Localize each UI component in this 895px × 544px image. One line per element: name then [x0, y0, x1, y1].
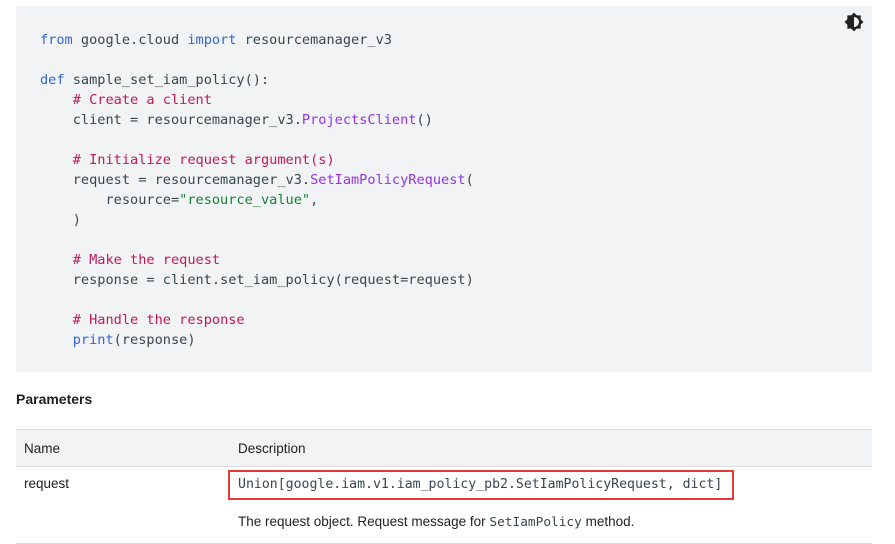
code-token: response = client.set_iam_policy(request…	[40, 272, 474, 288]
code-line: from google.cloud import resourcemanager…	[40, 30, 474, 50]
header-description: Description	[230, 429, 872, 467]
code-line: # Initialize request argument(s)	[40, 150, 474, 170]
code-listing: from google.cloud import resourcemanager…	[40, 30, 474, 350]
code-token: def	[40, 72, 65, 88]
code-line: response = client.set_iam_policy(request…	[40, 270, 474, 290]
param-description: The request object. Request message for …	[230, 503, 872, 543]
param-name: request	[16, 466, 230, 544]
code-token: # Create a client	[72, 92, 212, 108]
code-token: request = resourcemanager_v3.	[40, 172, 311, 188]
code-line: )	[40, 210, 474, 230]
code-sample-block: from google.cloud import resourcemanager…	[16, 6, 872, 372]
code-line: print(response)	[40, 330, 474, 350]
code-token: google.cloud	[72, 32, 188, 48]
code-line: resource="resource_value",	[40, 190, 474, 210]
code-line: def sample_set_iam_policy():	[40, 70, 474, 90]
code-line: # Create a client	[40, 90, 474, 110]
code-token: resourcemanager_v3	[236, 32, 392, 48]
code-token: sample_set_iam_policy():	[64, 72, 270, 88]
code-token: (response)	[113, 332, 196, 348]
code-line: # Handle the response	[40, 310, 474, 330]
param-description-text: The request object. Request message for	[238, 514, 490, 529]
param-type-line: Union[google.iam.v1.iam_policy_pb2.SetIa…	[228, 467, 872, 503]
parameters-table: Name Description request Union[google.ia…	[16, 429, 872, 544]
code-line: request = resourcemanager_v3.SetIamPolic…	[40, 170, 474, 190]
code-token: SetIamPolicyRequest	[310, 172, 466, 188]
code-token: ()	[416, 112, 433, 128]
code-line: client = resourcemanager_v3.ProjectsClie…	[40, 110, 474, 130]
table-row: request Union[google.iam.v1.iam_policy_p…	[16, 466, 872, 544]
code-token: # Handle the response	[72, 312, 245, 328]
code-token: resource=	[40, 192, 180, 208]
code-token: client = resourcemanager_v3.	[40, 112, 302, 128]
code-token: ,	[310, 192, 319, 208]
code-token: ProjectsClient	[301, 112, 417, 128]
parameters-heading: Parameters	[16, 391, 93, 407]
header-name: Name	[16, 429, 230, 467]
param-description-suffix: method.	[581, 514, 635, 529]
code-token: (	[465, 172, 474, 188]
param-type-highlighted: Union[google.iam.v1.iam_policy_pb2.SetIa…	[228, 470, 735, 500]
code-token: # Initialize request argument(s)	[72, 152, 335, 168]
code-token: # Make the request	[72, 252, 221, 268]
code-token: print	[72, 332, 114, 348]
param-description-cell: Union[google.iam.v1.iam_policy_pb2.SetIa…	[228, 466, 872, 544]
table-header-row: Name Description	[16, 429, 872, 467]
code-token: import	[187, 32, 237, 48]
brightness-icon[interactable]	[844, 12, 864, 32]
code-token: )	[40, 212, 81, 228]
param-description-code: SetIamPolicy	[489, 515, 582, 530]
code-line: # Make the request	[40, 250, 474, 270]
code-token: from	[40, 32, 73, 48]
code-token: "resource_value"	[179, 192, 311, 208]
